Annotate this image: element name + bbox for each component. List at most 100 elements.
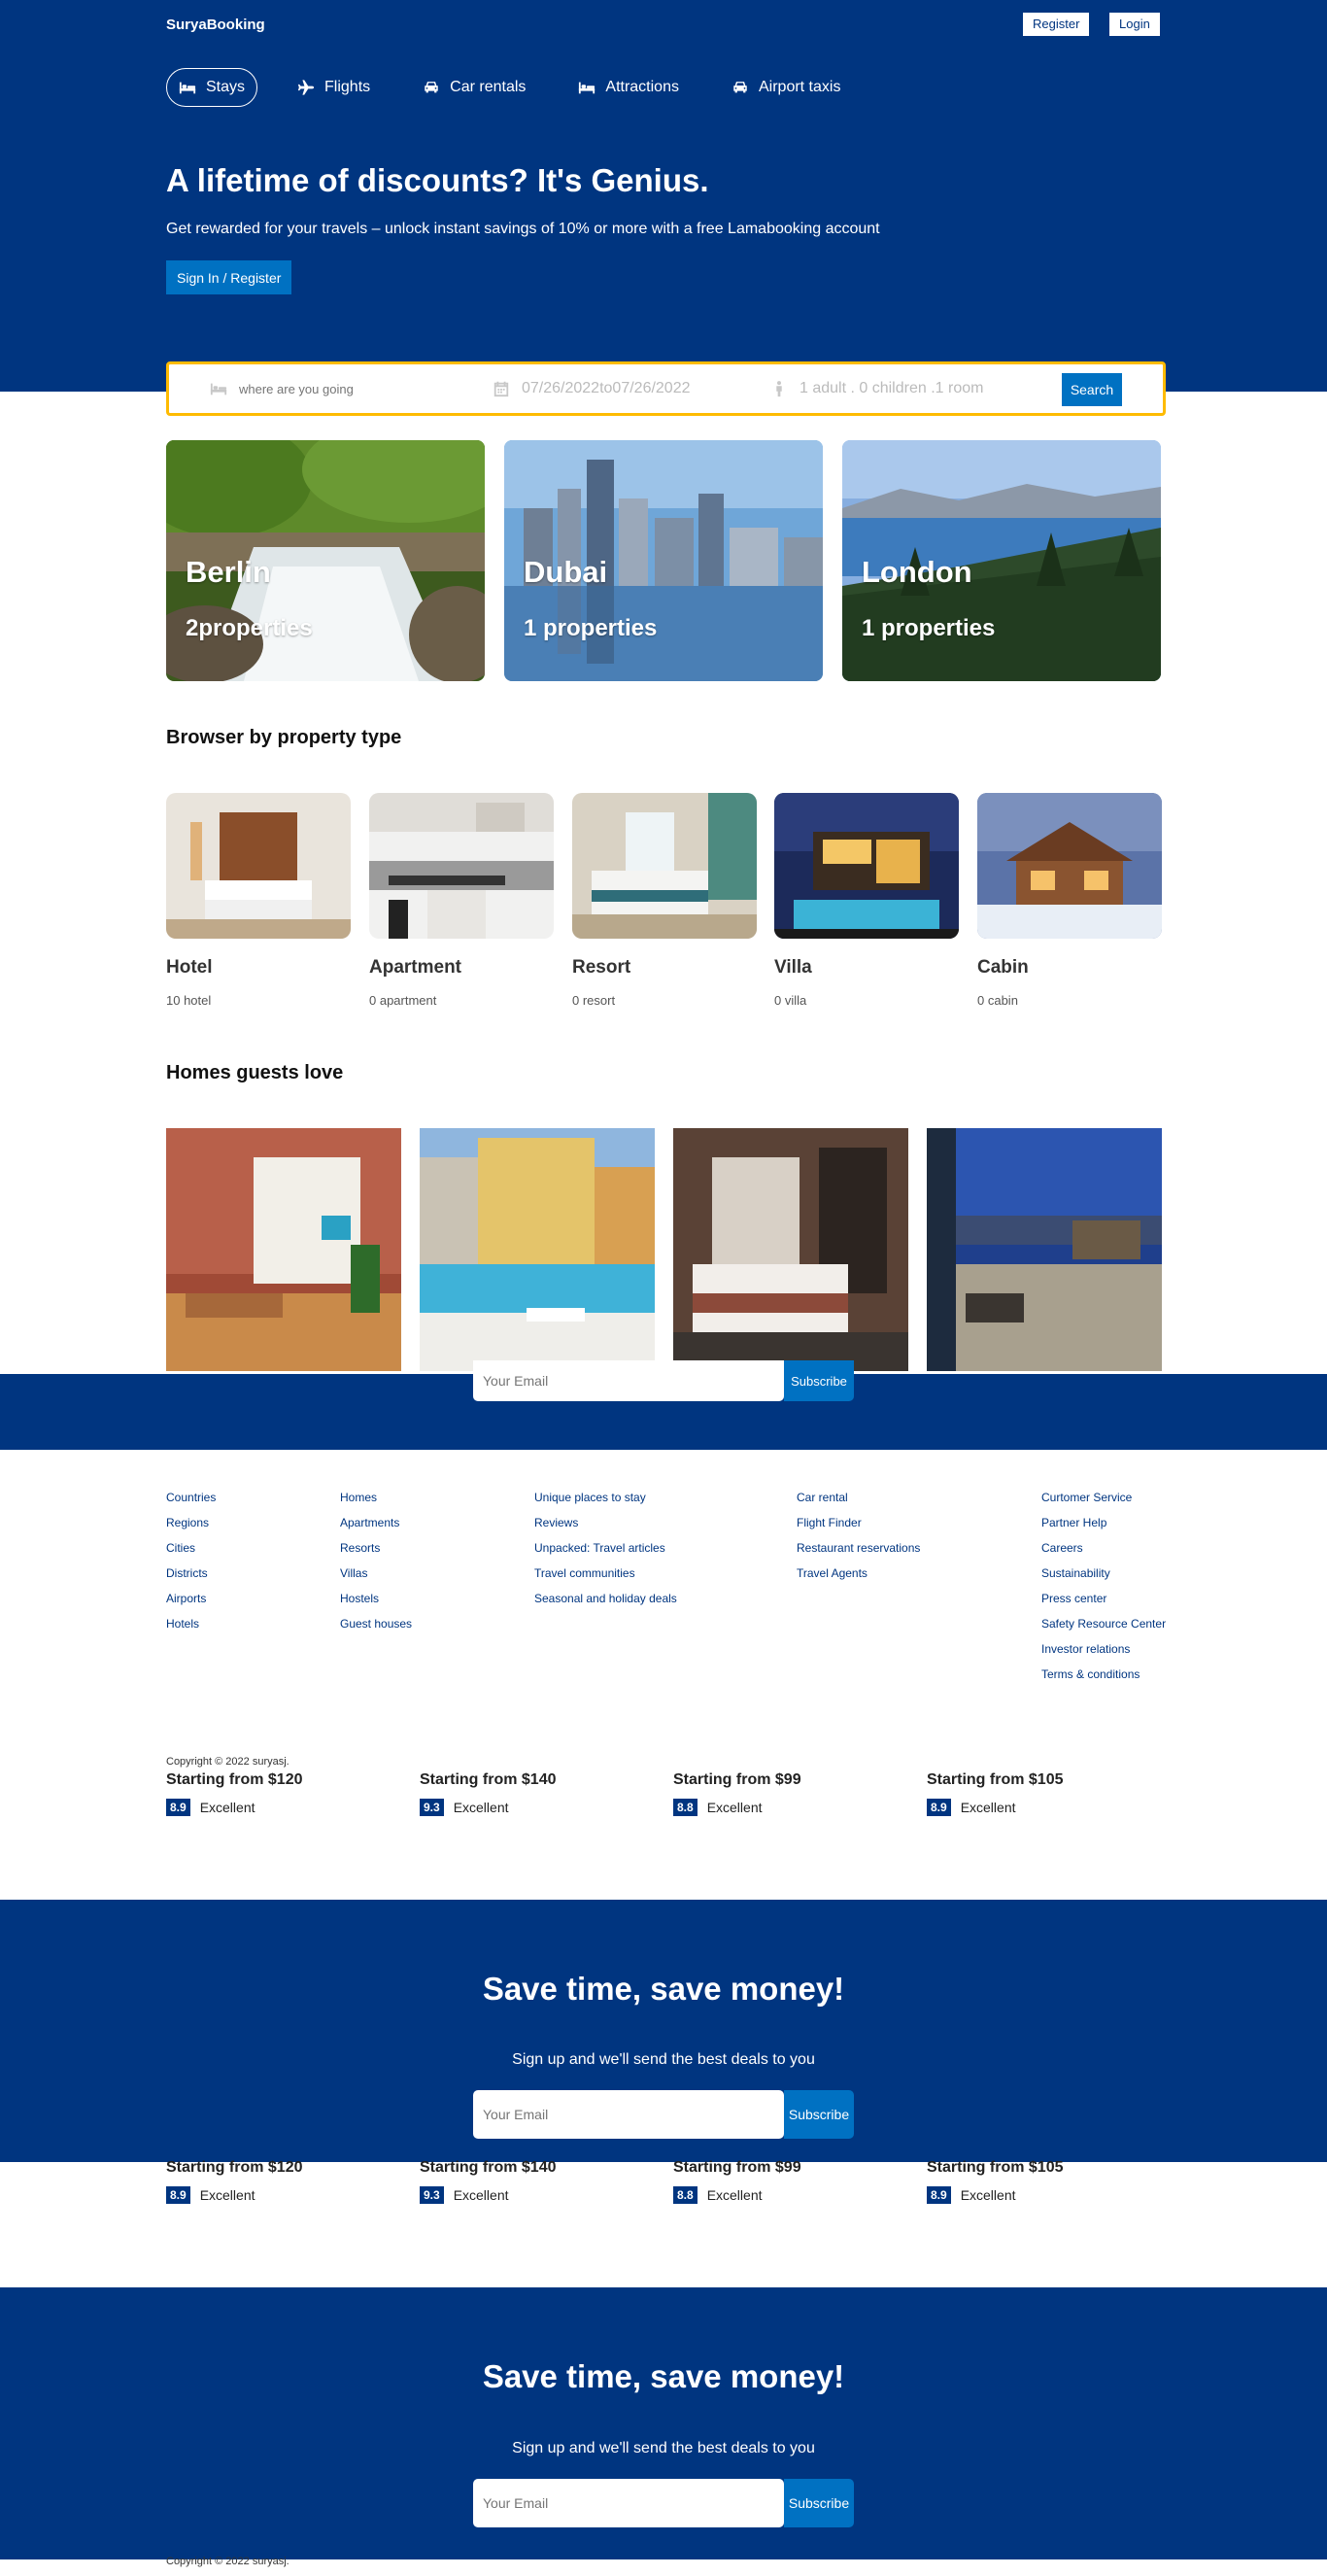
- home-stat: Starting from $99 8.8 Excellent: [673, 1771, 906, 1816]
- bed-icon: [210, 383, 227, 395]
- home-stat: Starting from $120 8.9 Excellent: [166, 2159, 399, 2204]
- rating-label: Excellent: [199, 1800, 255, 1815]
- footer-link[interactable]: Unique places to stay: [534, 1491, 677, 1504]
- footer-link[interactable]: Travel communities: [534, 1566, 677, 1580]
- login-button[interactable]: Login: [1109, 13, 1160, 36]
- rating-badge: 8.8: [673, 2186, 698, 2204]
- property-type-apartment[interactable]: Apartment 0 apartment: [369, 793, 554, 1008]
- calendar-icon: [493, 381, 509, 397]
- rooftop-terrace-photo: [927, 1128, 1162, 1371]
- footer-link[interactable]: Hostels: [340, 1592, 412, 1605]
- guests-field[interactable]: 1 adult . 0 children .1 room: [770, 364, 983, 413]
- footer-link[interactable]: Flight Finder: [797, 1516, 920, 1529]
- newsletter-description: Sign up and we'll send the best deals to…: [512, 2051, 815, 2068]
- overlap-email-input[interactable]: [473, 1360, 784, 1401]
- hotel-bedroom-photo: [673, 1128, 908, 1371]
- property-types-title: Browser by property type: [166, 727, 402, 748]
- rating-label: Excellent: [453, 1800, 509, 1815]
- city-properties: 1 properties: [524, 615, 658, 641]
- newsletter-email-input[interactable]: [473, 2479, 784, 2527]
- footer-link[interactable]: Homes: [340, 1491, 412, 1504]
- footer-link[interactable]: Districts: [166, 1566, 216, 1580]
- footer-link[interactable]: Countries: [166, 1491, 216, 1504]
- home-card[interactable]: [420, 1128, 655, 1371]
- nav-tabs: Stays Flights Car rentals Attractions Ai…: [166, 68, 853, 107]
- loft-bedroom-photo: [166, 1128, 401, 1371]
- newsletter-email-input[interactable]: [473, 2090, 784, 2139]
- property-type-count: 0 villa: [774, 993, 807, 1008]
- footer-link[interactable]: Careers: [1041, 1541, 1166, 1555]
- register-button[interactable]: Register: [1023, 13, 1090, 36]
- rating-badge: 8.9: [166, 2186, 190, 2204]
- subscribe-button[interactable]: Subscribe: [784, 2479, 854, 2527]
- footer-link[interactable]: Car rental: [797, 1491, 920, 1504]
- featured-card-dubai[interactable]: Dubai 1 properties: [504, 440, 823, 681]
- home-card[interactable]: [166, 1128, 401, 1371]
- resort-room-photo: [572, 793, 757, 939]
- footer-link[interactable]: Apartments: [340, 1516, 412, 1529]
- footer-link[interactable]: Hotels: [166, 1617, 216, 1631]
- footer-column: Countries Regions Cities Districts Airpo…: [166, 1491, 216, 1642]
- footer-link[interactable]: Resorts: [340, 1541, 412, 1555]
- destination-input[interactable]: [239, 381, 453, 396]
- home-card[interactable]: [927, 1128, 1162, 1371]
- featured-card-london[interactable]: London 1 properties: [842, 440, 1161, 681]
- property-type-resort[interactable]: Resort 0 resort: [572, 793, 757, 1008]
- home-card[interactable]: [673, 1128, 908, 1371]
- hero-title: A lifetime of discounts? It's Genius.: [166, 162, 709, 198]
- property-type-count: 0 apartment: [369, 993, 437, 1008]
- footer-link[interactable]: Partner Help: [1041, 1516, 1166, 1529]
- rating-badge: 8.8: [673, 1799, 698, 1816]
- subscribe-button[interactable]: Subscribe: [784, 2090, 854, 2139]
- tab-car-rentals[interactable]: Car rentals: [410, 68, 538, 107]
- sign-in-register-button[interactable]: Sign In / Register: [166, 260, 292, 294]
- search-button[interactable]: Search: [1062, 373, 1122, 406]
- copyright: Copyright © 2022 suryasj.: [166, 2556, 289, 2567]
- home-stat: Starting from $120 8.9 Excellent: [166, 1771, 399, 1816]
- cabin-photo: [977, 793, 1162, 939]
- footer-link[interactable]: Unpacked: Travel articles: [534, 1541, 677, 1555]
- rating-badge: 8.9: [927, 1799, 951, 1816]
- footer-link[interactable]: Press center: [1041, 1592, 1166, 1605]
- featured-card-berlin[interactable]: Berlin 2properties: [166, 440, 485, 681]
- footer-link[interactable]: Villas: [340, 1566, 412, 1580]
- tab-airport-taxis[interactable]: Airport taxis: [719, 68, 853, 107]
- property-type-count: 0 resort: [572, 993, 616, 1008]
- footer-link[interactable]: Guest houses: [340, 1617, 412, 1631]
- newsletter-title: Save time, save money!: [482, 2358, 845, 2394]
- footer-link[interactable]: Regions: [166, 1516, 216, 1529]
- footer-column: Unique places to stay Reviews Unpacked: …: [534, 1491, 677, 1617]
- overlap-subscribe-button[interactable]: Subscribe: [784, 1360, 854, 1401]
- property-type-villa[interactable]: Villa 0 villa: [774, 793, 959, 1008]
- tab-flights[interactable]: Flights: [285, 68, 383, 107]
- property-type-name: Cabin: [977, 957, 1029, 978]
- footer-link[interactable]: Seasonal and holiday deals: [534, 1592, 677, 1605]
- rating-label: Excellent: [960, 1800, 1016, 1815]
- rating-label: Excellent: [453, 2187, 509, 2203]
- destination-field: [210, 364, 453, 413]
- tab-attractions[interactable]: Attractions: [565, 68, 692, 107]
- footer-link[interactable]: Safety Resource Center: [1041, 1617, 1166, 1631]
- brand-logo[interactable]: SuryaBooking: [166, 17, 265, 33]
- footer-link[interactable]: Sustainability: [1041, 1566, 1166, 1580]
- property-type-cabin[interactable]: Cabin 0 cabin: [977, 793, 1162, 1008]
- home-price: Starting from $120: [166, 1771, 303, 1788]
- footer-column: Curtomer Service Partner Help Careers Su…: [1041, 1491, 1166, 1693]
- footer-link[interactable]: Curtomer Service: [1041, 1491, 1166, 1504]
- footer-link[interactable]: Airports: [166, 1592, 216, 1605]
- footer-link[interactable]: Travel Agents: [797, 1566, 920, 1580]
- plane-icon: [297, 80, 315, 95]
- car-icon: [425, 82, 438, 93]
- tab-stays[interactable]: Stays: [166, 68, 258, 107]
- city-properties: 1 properties: [862, 615, 996, 641]
- footer-link[interactable]: Terms & conditions: [1041, 1667, 1166, 1681]
- footer-link[interactable]: Restaurant reservations: [797, 1541, 920, 1555]
- footer-link[interactable]: Cities: [166, 1541, 216, 1555]
- date-field[interactable]: 07/26/2022to07/26/2022: [493, 364, 691, 413]
- footer-link[interactable]: Investor relations: [1041, 1642, 1166, 1656]
- hotel-room-photo: [166, 793, 351, 939]
- property-type-hotel[interactable]: Hotel 10 hotel: [166, 793, 351, 1008]
- rating-badge: 8.9: [927, 2186, 951, 2204]
- footer-link[interactable]: Reviews: [534, 1516, 677, 1529]
- city-properties: 2properties: [186, 615, 313, 641]
